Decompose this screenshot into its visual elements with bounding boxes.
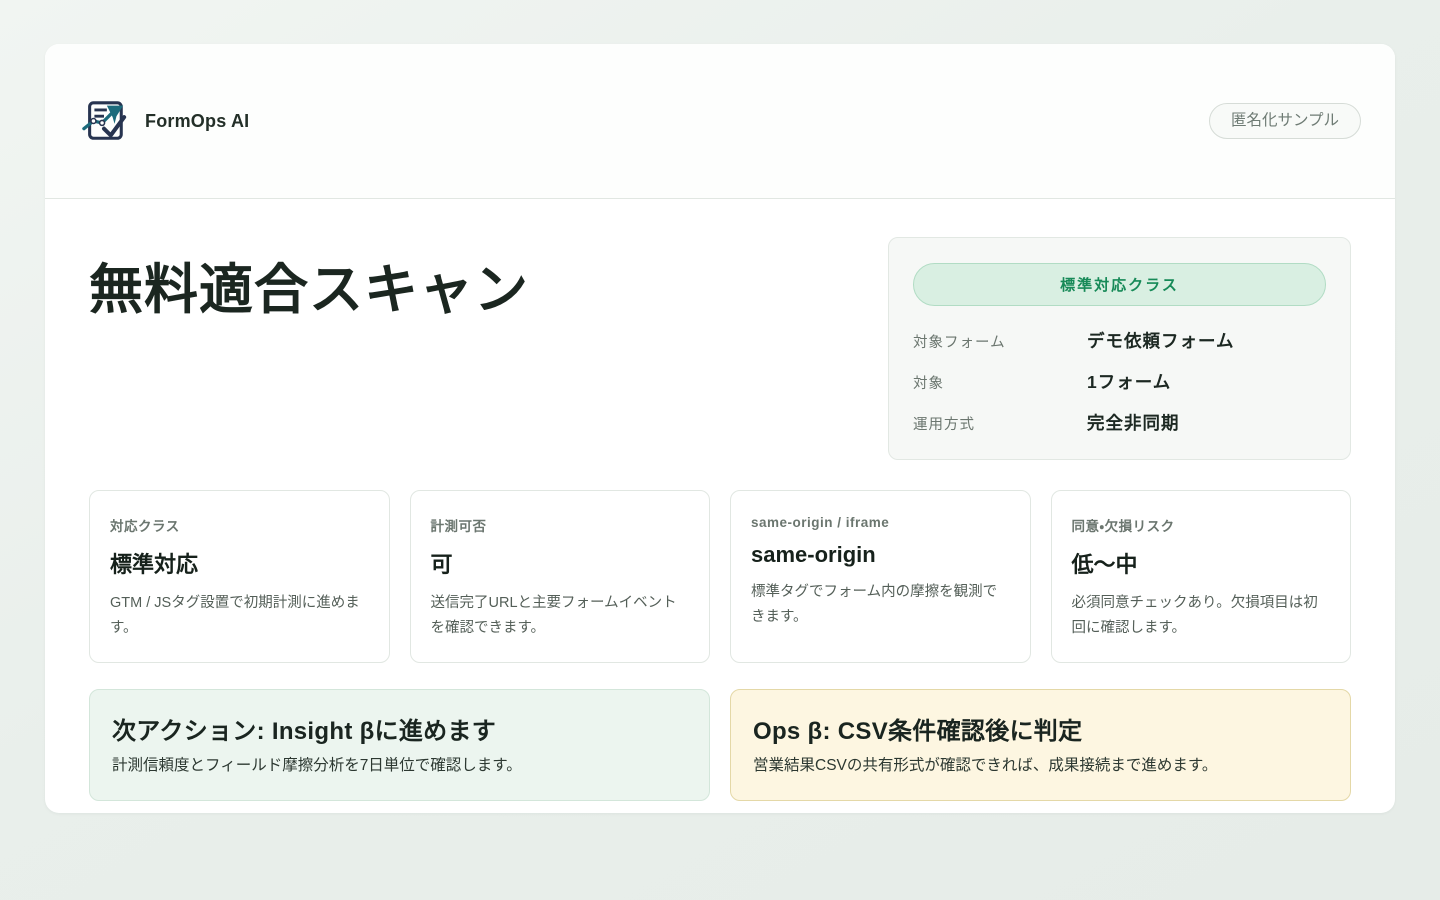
stat-label: 同意・欠損リスク <box>1072 515 1331 535</box>
header: FormOps AI 匿名化サンプル <box>45 44 1395 199</box>
kv-label: 対象フォーム <box>913 331 1087 352</box>
brand-name: FormOps AI <box>145 111 249 132</box>
stat-desc: GTM / JSタグ設置で初期計測に進めます。 <box>110 591 369 642</box>
kv-label: 運用方式 <box>913 413 1087 434</box>
summary-rows: 対象フォーム デモ依頼フォーム 対象 1フォーム 運用方式 完全非同期 <box>913 328 1326 435</box>
ops-beta-callout: Ops β: CSV条件確認後に判定 営業結果CSVの共有形式が確認できれば、成… <box>730 689 1351 801</box>
stat-card-origin: same-origin / iframe same-origin 標準タグでフォ… <box>730 490 1031 663</box>
stat-card-support-class: 対応クラス 標準対応 GTM / JSタグ設置で初期計測に進めます。 <box>89 490 390 663</box>
stat-card-measurability: 計測可否 可 送信完了URLと主要フォームイベントを確認できます。 <box>410 490 711 663</box>
stats-row: 対応クラス 標準対応 GTM / JSタグ設置で初期計測に進めます。 計測可否 … <box>89 490 1351 663</box>
stat-card-consent-risk: 同意・欠損リスク 低〜中 必須同意チェックあり。欠損項目は初回に確認します。 <box>1051 490 1352 663</box>
stat-value: 標準対応 <box>110 547 369 579</box>
stat-value: 可 <box>431 547 690 579</box>
class-badge: 標準対応クラス <box>913 263 1326 306</box>
callout-title: 次アクション: Insight βに進めます <box>112 711 687 746</box>
summary-row-operation-mode: 運用方式 完全非同期 <box>913 410 1326 435</box>
scan-summary-card: 標準対応クラス 対象フォーム デモ依頼フォーム 対象 1フォーム 運用方式 完全… <box>888 237 1351 460</box>
stat-label: 計測可否 <box>431 515 690 535</box>
next-action-callout: 次アクション: Insight βに進めます 計測信頼度とフィールド摩擦分析を7… <box>89 689 710 801</box>
stat-desc: 送信完了URLと主要フォームイベントを確認できます。 <box>431 591 690 642</box>
hero-row: 無料適合スキャン 標準対応クラス 対象フォーム デモ依頼フォーム 対象 1フォー… <box>89 237 1351 460</box>
kv-value: 1フォーム <box>1087 369 1171 394</box>
stat-label: same-origin / iframe <box>751 515 1010 530</box>
page-title: 無料適合スキャン <box>89 259 529 321</box>
page-card: FormOps AI 匿名化サンプル 無料適合スキャン 標準対応クラス 対象フォ… <box>45 44 1395 813</box>
kv-label: 対象 <box>913 372 1087 393</box>
callouts-row: 次アクション: Insight βに進めます 計測信頼度とフィールド摩擦分析を7… <box>89 689 1351 801</box>
callout-desc: 計測信頼度とフィールド摩擦分析を7日単位で確認します。 <box>112 754 687 777</box>
form-document-chart-check-icon <box>81 97 127 145</box>
main-content: 無料適合スキャン 標準対応クラス 対象フォーム デモ依頼フォーム 対象 1フォー… <box>45 199 1395 801</box>
kv-value: デモ依頼フォーム <box>1087 328 1234 353</box>
stat-value: 低〜中 <box>1072 547 1331 579</box>
brand: FormOps AI <box>81 97 249 145</box>
stat-desc: 標準タグでフォーム内の摩擦を観測できます。 <box>751 580 1010 631</box>
stat-desc: 必須同意チェックあり。欠損項目は初回に確認します。 <box>1072 591 1331 642</box>
callout-title: Ops β: CSV条件確認後に判定 <box>753 711 1328 746</box>
anonymized-sample-badge[interactable]: 匿名化サンプル <box>1209 103 1361 139</box>
summary-row-target-form: 対象フォーム デモ依頼フォーム <box>913 328 1326 353</box>
stat-value: same-origin <box>751 542 1010 568</box>
kv-value: 完全非同期 <box>1087 410 1180 435</box>
stat-label: 対応クラス <box>110 515 369 535</box>
callout-desc: 営業結果CSVの共有形式が確認できれば、成果接続まで進めます。 <box>753 754 1328 777</box>
summary-row-target: 対象 1フォーム <box>913 369 1326 394</box>
